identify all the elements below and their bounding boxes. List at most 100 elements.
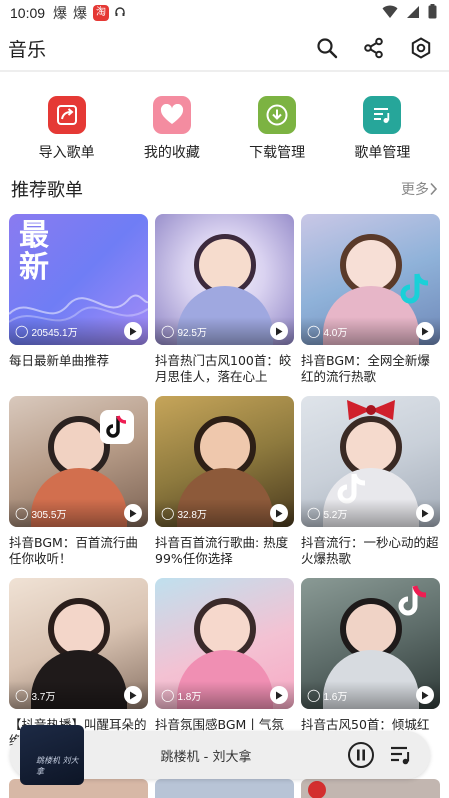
cover-handwriting: 跳楼机 刘大拿 — [36, 756, 79, 776]
play-count: 4.0万 — [323, 327, 348, 339]
quick-action-favorites[interactable]: 我的收藏 — [126, 96, 218, 166]
play-button[interactable] — [124, 322, 142, 340]
pause-button[interactable] — [346, 740, 376, 770]
play-icon — [276, 691, 283, 699]
battery-icon — [428, 4, 437, 23]
play-count: 1.6万 — [323, 691, 348, 703]
headphone-icon: ◯ — [15, 324, 29, 338]
red-bow-graphic — [347, 400, 395, 420]
status-badge: 淘 — [93, 5, 110, 21]
more-label: 更多 — [401, 182, 429, 198]
playlist-card[interactable]: ◯ 92.5万 抖音热门古风100首：皎月思佳人，落在心上 — [155, 214, 294, 385]
play-count: 5.2万 — [323, 509, 348, 521]
cover-footer: ◯ 1.6万 — [301, 681, 440, 709]
status-app-icon: 爆 — [53, 6, 68, 22]
mini-player[interactable]: 跳楼机 刘大拿 跳楼机 - 刘大拿 — [10, 725, 430, 785]
play-icon — [130, 509, 137, 517]
page-title: 音乐 — [8, 38, 47, 61]
playlist-card[interactable]: ◯ 5.2万 抖音流行：一秒心动的超火爆热歌 — [301, 396, 440, 567]
quick-action-playlist-manage[interactable]: 歌单管理 — [336, 96, 428, 166]
cover-footer: ◯ 1.8万 — [155, 681, 294, 709]
floating-action-button[interactable] — [308, 781, 326, 798]
playlist-card[interactable]: ◯ 32.8万 抖音百首流行歌曲: 热度99%任你选择 — [155, 396, 294, 567]
now-playing-cover[interactable]: 跳楼机 刘大拿 — [20, 725, 84, 785]
cover-footer: ◯ 20545.1万 — [9, 317, 148, 345]
playlist-title: 抖音BGM：全网全新爆红的流行热歌 — [301, 353, 430, 384]
heart-icon — [152, 96, 191, 134]
playlist-card[interactable]: ◯ 1.6万 抖音古风50首：倾城红颜 — [301, 578, 440, 749]
playlist-cover[interactable]: ◯ 4.0万 — [301, 214, 440, 345]
playlist-cover[interactable]: ◯ 1.8万 — [155, 578, 294, 709]
quick-actions: 导入歌单 我的收藏 下载管理 歌单管理 — [0, 96, 449, 166]
play-icon — [130, 691, 137, 699]
playlist-cover[interactable]: ◯ 5.2万 — [301, 396, 440, 527]
status-time: 10:09 — [10, 5, 46, 21]
play-count: 20545.1万 — [31, 327, 78, 339]
playlist-title: 抖音百首流行歌曲: 热度99%任你选择 — [155, 535, 289, 566]
playlist-card[interactable]: 最 新 ◯ 20545.1万 每日最新单曲推荐 — [9, 214, 148, 385]
play-icon — [276, 327, 283, 335]
playlist-cover[interactable]: ◯ 32.8万 — [155, 396, 294, 527]
play-button[interactable] — [270, 504, 288, 522]
pause-icon — [348, 742, 374, 768]
cover-footer: ◯ 92.5万 — [155, 317, 294, 345]
now-playing-title: 跳楼机 - 刘大拿 — [160, 749, 252, 765]
headphone-icon: ◯ — [161, 324, 175, 338]
play-count: 32.8万 — [177, 509, 207, 521]
cover-footer: ◯ 4.0万 — [301, 317, 440, 345]
status-app-icon: 爆 — [73, 6, 88, 22]
playlist-queue-button[interactable] — [386, 740, 416, 770]
search-button[interactable] — [307, 28, 347, 68]
search-icon — [317, 38, 338, 59]
section-header: 推荐歌单 更多 — [0, 174, 449, 204]
quick-action-downloads[interactable]: 下载管理 — [231, 96, 323, 166]
share-icon — [364, 37, 383, 59]
import-icon — [47, 96, 86, 134]
quick-action-label: 下载管理 — [249, 145, 306, 161]
headphone-icon: ◯ — [161, 688, 175, 702]
share-button[interactable] — [354, 28, 394, 68]
quick-action-import[interactable]: 导入歌单 — [21, 96, 113, 166]
playlist-cover[interactable]: ◯ 1.6万 — [301, 578, 440, 709]
headphone-icon: ◯ — [307, 506, 321, 520]
playlist-card[interactable]: ◯ 305.5万 抖音BGM：百首流行曲任你收听！ — [9, 396, 148, 567]
play-icon — [422, 327, 429, 335]
playlist-title: 抖音热门古风100首：皎月思佳人，落在心上 — [155, 353, 292, 384]
headphone-icon: ◯ — [307, 324, 321, 338]
cover-footer: ◯ 5.2万 — [301, 499, 440, 527]
tiktok-logo-icon — [396, 584, 430, 618]
download-icon — [258, 96, 297, 134]
play-button[interactable] — [416, 686, 434, 704]
playlist-title: 抖音流行：一秒心动的超火爆热歌 — [301, 535, 439, 566]
headphone-icon: ◯ — [15, 506, 29, 520]
playlist-card[interactable]: ◯ 4.0万 抖音BGM：全网全新爆红的流行热歌 — [301, 214, 440, 385]
playlist-cover[interactable]: ◯ 92.5万 — [155, 214, 294, 345]
tiktok-logo-icon — [100, 410, 134, 444]
cover-footer: ◯ 305.5万 — [9, 499, 148, 527]
settings-button[interactable] — [401, 28, 441, 68]
headphone-icon: ◯ — [161, 506, 175, 520]
playlist-cover[interactable]: ◯ 3.7万 — [9, 578, 148, 709]
chevron-right-icon — [430, 182, 438, 196]
playlist-card[interactable]: ◯ 3.7万 【抖音热播】叫醒耳朵的绝 — [9, 578, 148, 749]
headphone-icon: ◯ — [307, 688, 321, 702]
more-link[interactable]: 更多 — [401, 179, 438, 199]
play-icon — [130, 327, 137, 335]
play-button[interactable] — [124, 686, 142, 704]
play-button[interactable] — [124, 504, 142, 522]
play-button[interactable] — [270, 322, 288, 340]
headset-icon — [115, 6, 125, 21]
play-count: 92.5万 — [177, 327, 207, 339]
play-button[interactable] — [416, 504, 434, 522]
quick-action-label: 我的收藏 — [143, 145, 200, 161]
playlist-title: 抖音BGM：百首流行曲任你收听！ — [9, 535, 138, 566]
app-bar: 音乐 — [0, 26, 449, 72]
tiktok-logo-icon — [398, 272, 432, 306]
playlist-cover[interactable]: 最 新 ◯ 20545.1万 — [9, 214, 148, 345]
playlist-card[interactable]: ◯ 1.8万 抖音氛围感BGM丨气氛组 — [155, 578, 294, 749]
play-button[interactable] — [270, 686, 288, 704]
play-count: 3.7万 — [31, 691, 56, 703]
playlist-cover[interactable]: ◯ 305.5万 — [9, 396, 148, 527]
play-button[interactable] — [416, 322, 434, 340]
play-icon — [422, 691, 429, 699]
